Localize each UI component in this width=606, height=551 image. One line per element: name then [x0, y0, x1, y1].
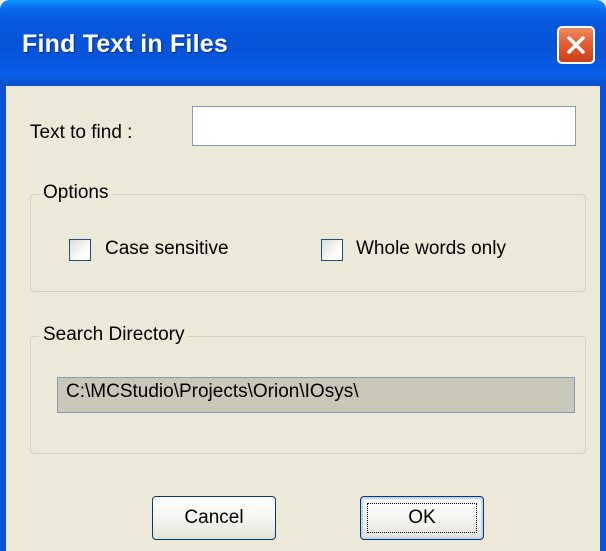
- text-to-find-input[interactable]: [193, 107, 575, 145]
- case-sensitive-label[interactable]: Case sensitive: [105, 238, 229, 260]
- close-button[interactable]: [557, 26, 595, 64]
- whole-words-checkbox[interactable]: [321, 239, 343, 261]
- find-text-dialog: Find Text in Files Text to find : Option…: [0, 0, 606, 551]
- text-to-find-field[interactable]: [192, 106, 576, 146]
- focus-indicator: [367, 503, 477, 533]
- dialog-title: Find Text in Files: [22, 30, 228, 58]
- cancel-button[interactable]: Cancel: [152, 496, 276, 540]
- ok-button[interactable]: OK: [360, 496, 484, 540]
- search-directory-path: C:\MCStudio\Projects\Orion\IOsys\: [57, 377, 575, 413]
- case-sensitive-checkbox[interactable]: [69, 239, 91, 261]
- dialog-body: Text to find : Options Case sensitive Wh…: [6, 86, 600, 551]
- options-group-title: Options: [39, 182, 113, 204]
- search-directory-group: Search Directory C:\MCStudio\Projects\Or…: [30, 324, 586, 454]
- options-group: Options Case sensitive Whole words only: [30, 182, 586, 292]
- title-bar[interactable]: Find Text in Files: [0, 0, 606, 86]
- text-to-find-label: Text to find :: [30, 122, 133, 143]
- search-directory-group-title: Search Directory: [39, 324, 189, 346]
- close-icon: [567, 36, 585, 54]
- whole-words-label[interactable]: Whole words only: [356, 238, 506, 260]
